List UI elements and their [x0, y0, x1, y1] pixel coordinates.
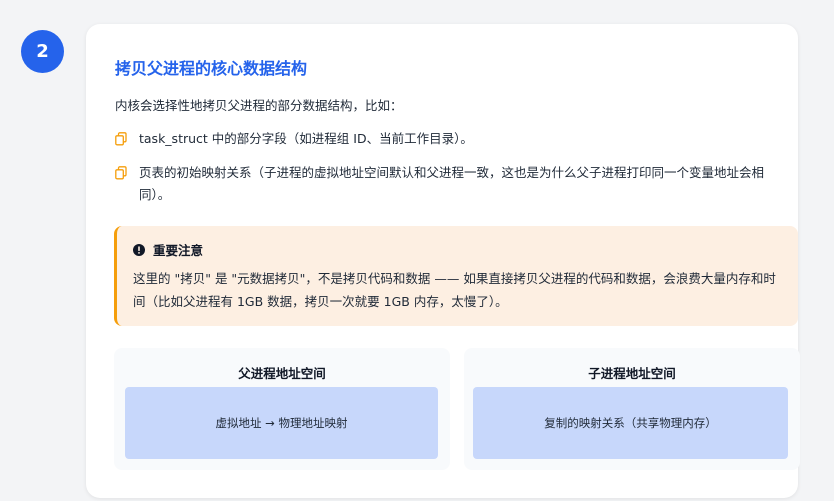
list-item: 页表的初始映射关系（子进程的虚拟地址空间默认和父进程一致，这也是为什么父子进程打…	[115, 162, 795, 206]
important-note: 重要注意 这里的 "拷贝" 是 "元数据拷贝"，不是拷贝代码和数据 —— 如果直…	[114, 226, 798, 326]
panel-content-box: 复制的映射关系（共享物理内存）	[473, 387, 788, 459]
content-card: 拷贝父进程的核心数据结构 内核会选择性地拷贝父进程的部分数据结构，比如： tas…	[86, 24, 800, 498]
child-address-space-panel: 子进程地址空间 复制的映射关系（共享物理内存）	[464, 348, 800, 470]
panel-title: 子进程地址空间	[588, 366, 676, 381]
step-number-badge: 2	[21, 30, 64, 73]
section-intro: 内核会选择性地拷贝父进程的部分数据结构，比如：	[115, 98, 403, 113]
list-item: task_struct 中的部分字段（如进程组 ID、当前工作目录）。	[115, 128, 795, 150]
panel-title: 父进程地址空间	[238, 366, 326, 381]
copy-icon	[115, 166, 127, 180]
panel-content-box: 虚拟地址 → 物理地址映射	[125, 387, 438, 459]
note-body: 这里的 "拷贝" 是 "元数据拷贝"，不是拷贝代码和数据 —— 如果直接拷贝父进…	[133, 271, 776, 309]
note-header: 重要注意	[133, 240, 784, 259]
section-title: 拷贝父进程的核心数据结构	[115, 59, 308, 78]
exclamation-circle-icon	[133, 243, 145, 256]
list-item-text: task_struct 中的部分字段（如进程组 ID、当前工作目录）。	[139, 131, 473, 146]
parent-address-space-panel: 父进程地址空间 虚拟地址 → 物理地址映射	[114, 348, 450, 470]
list-item-text: 页表的初始映射关系（子进程的虚拟地址空间默认和父进程一致，这也是为什么父子进程打…	[139, 165, 765, 202]
note-title: 重要注意	[153, 243, 204, 258]
copy-icon	[115, 132, 127, 146]
